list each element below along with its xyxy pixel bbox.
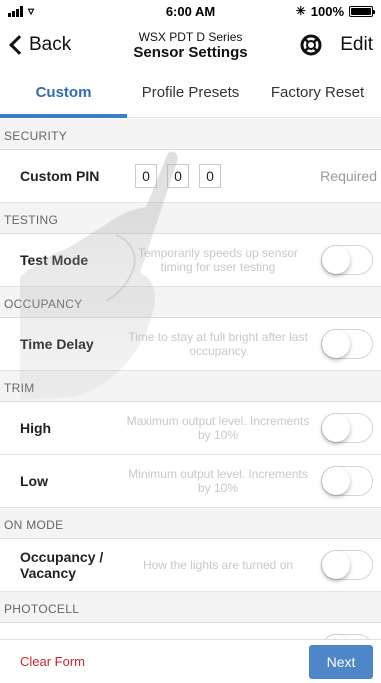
back-button[interactable]: Back bbox=[6, 34, 71, 56]
occupancy-vacancy-toggle[interactable] bbox=[321, 550, 373, 580]
edit-button[interactable]: Edit bbox=[340, 34, 373, 56]
trim-high-row: High Maximum output level. Increments by… bbox=[0, 402, 381, 455]
test-mode-description: Temporarily speeds up sensor timing for … bbox=[137, 246, 299, 274]
toggle-knob bbox=[322, 330, 350, 358]
signal-icon bbox=[8, 5, 23, 17]
time-delay-description: Time to stay at full bright after last o… bbox=[128, 330, 308, 358]
tab-profile-presets[interactable]: Profile Presets bbox=[127, 68, 254, 117]
tab-bar: Custom Profile Presets Factory Reset bbox=[0, 68, 381, 118]
tab-custom[interactable]: Custom bbox=[0, 68, 127, 118]
battery-icon bbox=[349, 5, 375, 17]
bluetooth-icon: ✳ bbox=[295, 4, 306, 18]
section-header-photocell: PHOTOCELL bbox=[0, 592, 381, 623]
pin-digit-2[interactable] bbox=[167, 164, 189, 188]
test-mode-label: Test Mode bbox=[20, 252, 89, 268]
battery-percent: 100% bbox=[310, 3, 344, 19]
trim-low-description: Minimum output level. Increments by 10% bbox=[128, 467, 308, 495]
toggle-knob bbox=[322, 467, 350, 495]
trim-high-toggle[interactable] bbox=[321, 413, 373, 443]
settings-list[interactable]: SECURITY Custom PIN Required TESTING Tes… bbox=[0, 119, 381, 639]
trim-low-row: Low Minimum output level. Increments by … bbox=[0, 455, 381, 508]
status-right: ✳ 100% bbox=[295, 3, 375, 19]
nav-bar: Back WSX PDT D Series Sensor Settings Ed… bbox=[0, 22, 381, 68]
trim-high-label: High bbox=[20, 420, 52, 436]
pin-digit-1[interactable] bbox=[135, 164, 157, 188]
custom-pin-row: Custom PIN Required bbox=[0, 150, 381, 203]
nav-right: Edit bbox=[300, 34, 373, 56]
toggle-knob bbox=[322, 551, 350, 579]
occupancy-vacancy-description: How the lights are turned on bbox=[142, 558, 294, 572]
status-bar: ▿ 6:00 AM ✳ 100% bbox=[0, 0, 381, 22]
next-button[interactable]: Next bbox=[309, 644, 373, 679]
battery-level bbox=[351, 7, 371, 15]
status-left: ▿ bbox=[8, 4, 34, 18]
toggle-knob bbox=[322, 414, 350, 442]
toggle-knob bbox=[322, 246, 350, 274]
footer-bar: Clear Form Next bbox=[0, 639, 381, 683]
pin-inputs bbox=[135, 164, 221, 188]
pin-digit-3[interactable] bbox=[199, 164, 221, 188]
time-delay-label: Time Delay bbox=[20, 336, 94, 352]
chevron-left-icon bbox=[9, 35, 29, 55]
pin-required-label: Required bbox=[320, 168, 377, 184]
section-header-testing: TESTING bbox=[0, 203, 381, 234]
occupancy-vacancy-label: Occupancy / Vacancy bbox=[20, 549, 104, 581]
section-header-security: SECURITY bbox=[0, 119, 381, 150]
test-mode-toggle[interactable] bbox=[321, 245, 373, 275]
section-header-occupancy: OCCUPANCY bbox=[0, 287, 381, 318]
section-header-trim: TRIM bbox=[0, 371, 381, 402]
trim-low-label: Low bbox=[20, 473, 48, 489]
time-delay-row: Time Delay Time to stay at full bright a… bbox=[0, 318, 381, 371]
custom-pin-label: Custom PIN bbox=[20, 168, 100, 184]
trim-high-description: Maximum output level. Increments by 10% bbox=[126, 414, 310, 442]
section-header-on-mode: ON MODE bbox=[0, 508, 381, 539]
clear-form-button[interactable]: Clear Form bbox=[20, 654, 85, 669]
wifi-icon: ▿ bbox=[28, 4, 35, 18]
test-mode-row: Test Mode Temporarily speeds up sensor t… bbox=[0, 234, 381, 287]
occupancy-vacancy-row: Occupancy / Vacancy How the lights are t… bbox=[0, 539, 381, 592]
time-delay-toggle[interactable] bbox=[321, 329, 373, 359]
tab-factory-reset[interactable]: Factory Reset bbox=[254, 68, 381, 117]
photocell-row bbox=[0, 623, 381, 639]
lifebuoy-icon[interactable] bbox=[300, 34, 322, 56]
trim-low-toggle[interactable] bbox=[321, 466, 373, 496]
back-label: Back bbox=[29, 34, 72, 55]
